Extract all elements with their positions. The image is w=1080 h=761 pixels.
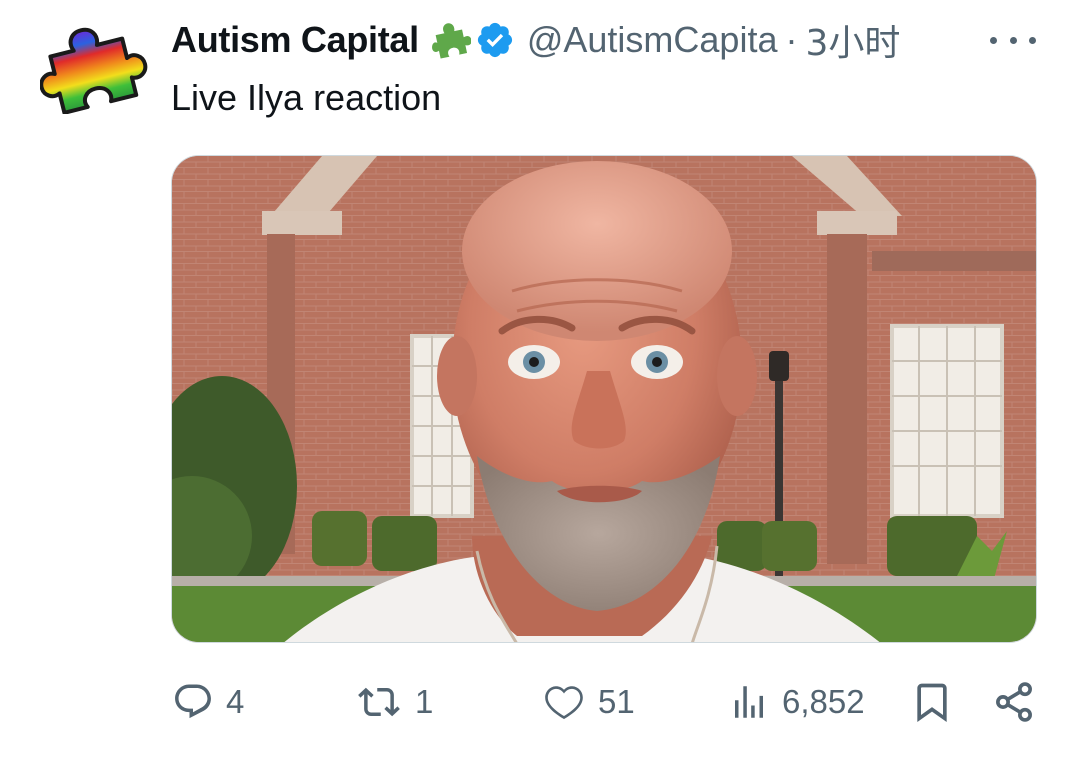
author-display-name[interactable]: Autism Capital xyxy=(171,19,419,61)
rainbow-puzzle-piece-icon xyxy=(39,27,148,115)
share-button[interactable] xyxy=(992,672,1036,732)
tweet-timestamp[interactable]: 3小时 xyxy=(805,14,900,66)
like-button[interactable]: 51 xyxy=(542,672,635,732)
retweet-icon xyxy=(358,687,400,717)
media-image xyxy=(172,156,1036,642)
like-count: 51 xyxy=(598,683,635,720)
view-count: 6,852 xyxy=(782,683,865,720)
author-handle[interactable]: @AutismCapita xyxy=(527,19,778,61)
tweet-media-photo[interactable] xyxy=(171,155,1037,643)
reply-count: 4 xyxy=(226,683,245,720)
tweet-text: Live Ilya reaction xyxy=(171,77,442,118)
share-icon xyxy=(996,682,1032,722)
author-avatar[interactable] xyxy=(39,18,150,115)
more-dot xyxy=(1029,36,1036,44)
views-bar-chart-icon xyxy=(735,686,763,718)
tweet-action-bar: 4 1 51 6,852 xyxy=(0,672,1080,732)
retweet-button[interactable]: 1 xyxy=(355,672,433,732)
tweet-header: Autism Capital @AutismCapita · 3小时 xyxy=(171,14,900,66)
retweet-count: 1 xyxy=(415,683,434,720)
heart-icon xyxy=(545,686,583,720)
reply-button[interactable]: 4 xyxy=(172,672,244,732)
more-dot xyxy=(990,36,997,44)
views-button[interactable]: 6,852 xyxy=(728,672,865,732)
puzzle-piece-icon xyxy=(431,20,471,60)
window-right xyxy=(890,324,1004,518)
bookmark-button[interactable] xyxy=(910,672,954,732)
verified-badge-icon[interactable] xyxy=(475,20,515,60)
reply-icon xyxy=(175,684,211,719)
tweet-card[interactable]: Autism Capital @AutismCapita · 3小时 Live … xyxy=(0,0,1080,761)
bookmark-icon xyxy=(917,683,947,723)
more-options-icon[interactable] xyxy=(990,26,1036,54)
header-separator: · xyxy=(785,19,798,60)
more-dot xyxy=(1009,36,1017,44)
